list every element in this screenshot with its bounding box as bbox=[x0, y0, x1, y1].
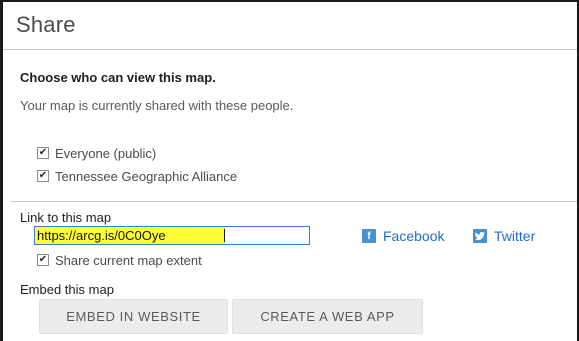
twitter-label: Twitter bbox=[494, 228, 536, 244]
section-divider bbox=[11, 201, 577, 202]
dialog-title: Share bbox=[16, 12, 76, 37]
twitter-share-link[interactable]: Twitter bbox=[473, 228, 535, 244]
everyone-option[interactable]: ✔ Everyone (public) bbox=[37, 145, 156, 161]
create-web-app-button[interactable]: CREATE A WEB APP bbox=[232, 299, 423, 334]
map-link-input[interactable] bbox=[34, 226, 310, 245]
everyone-checkbox[interactable]: ✔ bbox=[37, 147, 49, 159]
title-divider bbox=[3, 49, 577, 50]
access-description: Your map is currently shared with these … bbox=[20, 98, 294, 113]
embed-in-website-button[interactable]: EMBED IN WEBSITE bbox=[39, 299, 228, 334]
share-extent-label: Share current map extent bbox=[55, 252, 202, 268]
facebook-icon: f bbox=[362, 229, 376, 243]
share-dialog: Share Choose who can view this map. Your… bbox=[0, 0, 579, 341]
group-checkbox-tga[interactable]: ✔ bbox=[37, 170, 49, 182]
group-option-tga[interactable]: ✔ Tennessee Geographic Alliance bbox=[37, 168, 237, 184]
group-label-tga: Tennessee Geographic Alliance bbox=[55, 168, 238, 184]
share-extent-checkbox[interactable]: ✔ bbox=[37, 254, 49, 266]
text-caret bbox=[224, 229, 225, 242]
facebook-label: Facebook bbox=[383, 228, 445, 244]
access-heading: Choose who can view this map. bbox=[20, 70, 216, 85]
twitter-icon bbox=[473, 229, 487, 243]
facebook-share-link[interactable]: f Facebook bbox=[362, 228, 444, 244]
link-heading: Link to this map bbox=[20, 210, 112, 225]
embed-heading: Embed this map bbox=[20, 282, 114, 297]
share-extent-option[interactable]: ✔ Share current map extent bbox=[37, 252, 202, 268]
everyone-label: Everyone (public) bbox=[55, 145, 157, 161]
